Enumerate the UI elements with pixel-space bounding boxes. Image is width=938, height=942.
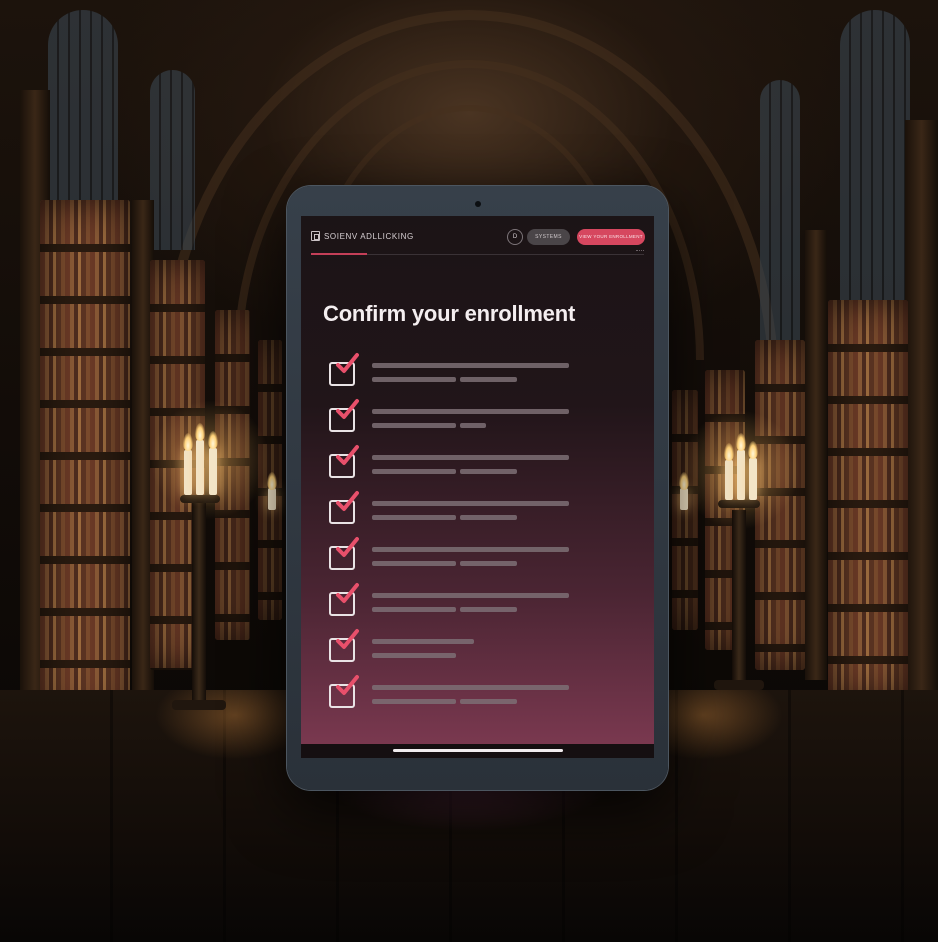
home-indicator[interactable] bbox=[392, 749, 563, 752]
enrollment-checklist bbox=[329, 353, 589, 727]
placeholder-line bbox=[372, 363, 569, 368]
checkmark-icon bbox=[336, 537, 359, 557]
checkmark-icon bbox=[336, 491, 359, 511]
home-indicator-area bbox=[301, 744, 654, 758]
placeholder-line bbox=[372, 653, 456, 658]
help-button[interactable]: D bbox=[507, 229, 523, 245]
candle bbox=[196, 440, 204, 495]
pillar bbox=[805, 230, 827, 680]
candle bbox=[737, 450, 745, 500]
candle-holder bbox=[718, 500, 760, 508]
placeholder-line bbox=[460, 377, 517, 382]
checkmark-icon bbox=[336, 445, 359, 465]
front-camera bbox=[474, 201, 481, 207]
placeholder-line bbox=[372, 607, 456, 612]
candle-flame bbox=[267, 472, 277, 490]
placeholder-line bbox=[460, 699, 517, 704]
stained-window bbox=[150, 70, 195, 250]
candle-flame bbox=[736, 433, 746, 451]
tablet-device: SOIENV ADLLICKING D SYSTEMS VIEW YOUR EN… bbox=[287, 186, 668, 790]
candle bbox=[209, 448, 217, 495]
page-title: Confirm your enrollment bbox=[323, 301, 576, 326]
candle bbox=[184, 450, 192, 495]
stained-window bbox=[48, 10, 118, 210]
candle-stand bbox=[732, 510, 746, 680]
placeholder-line bbox=[372, 455, 569, 460]
candle-stand-base bbox=[172, 700, 226, 710]
candle-flame bbox=[679, 472, 689, 490]
placeholder-line bbox=[372, 639, 474, 644]
checkmark-icon bbox=[336, 399, 359, 419]
placeholder-line bbox=[372, 699, 456, 704]
candle-flame bbox=[748, 441, 758, 459]
placeholder-line bbox=[372, 515, 456, 520]
stained-window bbox=[760, 80, 800, 340]
app-header: SOIENV ADLLICKING D SYSTEMS VIEW YOUR EN… bbox=[301, 216, 654, 254]
more-indicator bbox=[636, 250, 644, 252]
candle-stand bbox=[192, 500, 206, 700]
placeholder-line bbox=[460, 469, 517, 474]
placeholder-line bbox=[372, 423, 456, 428]
placeholder-line bbox=[460, 561, 517, 566]
checklist-item[interactable] bbox=[329, 445, 589, 497]
book-icon bbox=[311, 231, 320, 241]
candle-flame bbox=[208, 431, 218, 449]
primary-nav-button[interactable]: VIEW YOUR ENROLLMENT bbox=[577, 229, 645, 245]
bookshelf bbox=[828, 300, 908, 700]
candle-flame bbox=[195, 423, 205, 441]
placeholder-line bbox=[372, 469, 456, 474]
active-tab-indicator bbox=[311, 253, 367, 255]
placeholder-line bbox=[372, 685, 569, 690]
bookshelf bbox=[672, 390, 698, 630]
candle-stand-base bbox=[714, 680, 764, 690]
placeholder-line bbox=[372, 561, 456, 566]
checklist-item[interactable] bbox=[329, 675, 589, 727]
placeholder-line bbox=[460, 423, 486, 428]
secondary-nav-button[interactable]: SYSTEMS bbox=[527, 229, 570, 245]
placeholder-line bbox=[372, 377, 456, 382]
checklist-item[interactable] bbox=[329, 629, 589, 681]
pillar bbox=[905, 120, 938, 740]
brand-name: SOIENV ADLLICKING bbox=[324, 231, 414, 241]
placeholder-line bbox=[372, 547, 569, 552]
checklist-item[interactable] bbox=[329, 399, 589, 451]
checklist-item[interactable] bbox=[329, 491, 589, 543]
candle-flame bbox=[183, 433, 193, 451]
checkmark-icon bbox=[336, 675, 359, 695]
checklist-item[interactable] bbox=[329, 353, 589, 405]
candle bbox=[749, 458, 757, 500]
bookshelf bbox=[40, 200, 130, 720]
placeholder-line bbox=[372, 593, 569, 598]
checklist-item[interactable] bbox=[329, 537, 589, 589]
checkmark-icon bbox=[336, 583, 359, 603]
brand[interactable]: SOIENV ADLLICKING bbox=[311, 231, 414, 241]
checkmark-icon bbox=[336, 353, 359, 373]
placeholder-line bbox=[460, 607, 517, 612]
checkmark-icon bbox=[336, 629, 359, 649]
checklist-item[interactable] bbox=[329, 583, 589, 635]
placeholder-line bbox=[460, 515, 517, 520]
tablet-screen: SOIENV ADLLICKING D SYSTEMS VIEW YOUR EN… bbox=[301, 216, 654, 758]
candle bbox=[725, 460, 733, 500]
placeholder-line bbox=[372, 409, 569, 414]
placeholder-line bbox=[372, 501, 569, 506]
stained-window bbox=[840, 10, 910, 310]
candle bbox=[680, 488, 688, 510]
candle-holder bbox=[180, 495, 220, 503]
candle bbox=[268, 488, 276, 510]
candle-flame bbox=[724, 443, 734, 461]
